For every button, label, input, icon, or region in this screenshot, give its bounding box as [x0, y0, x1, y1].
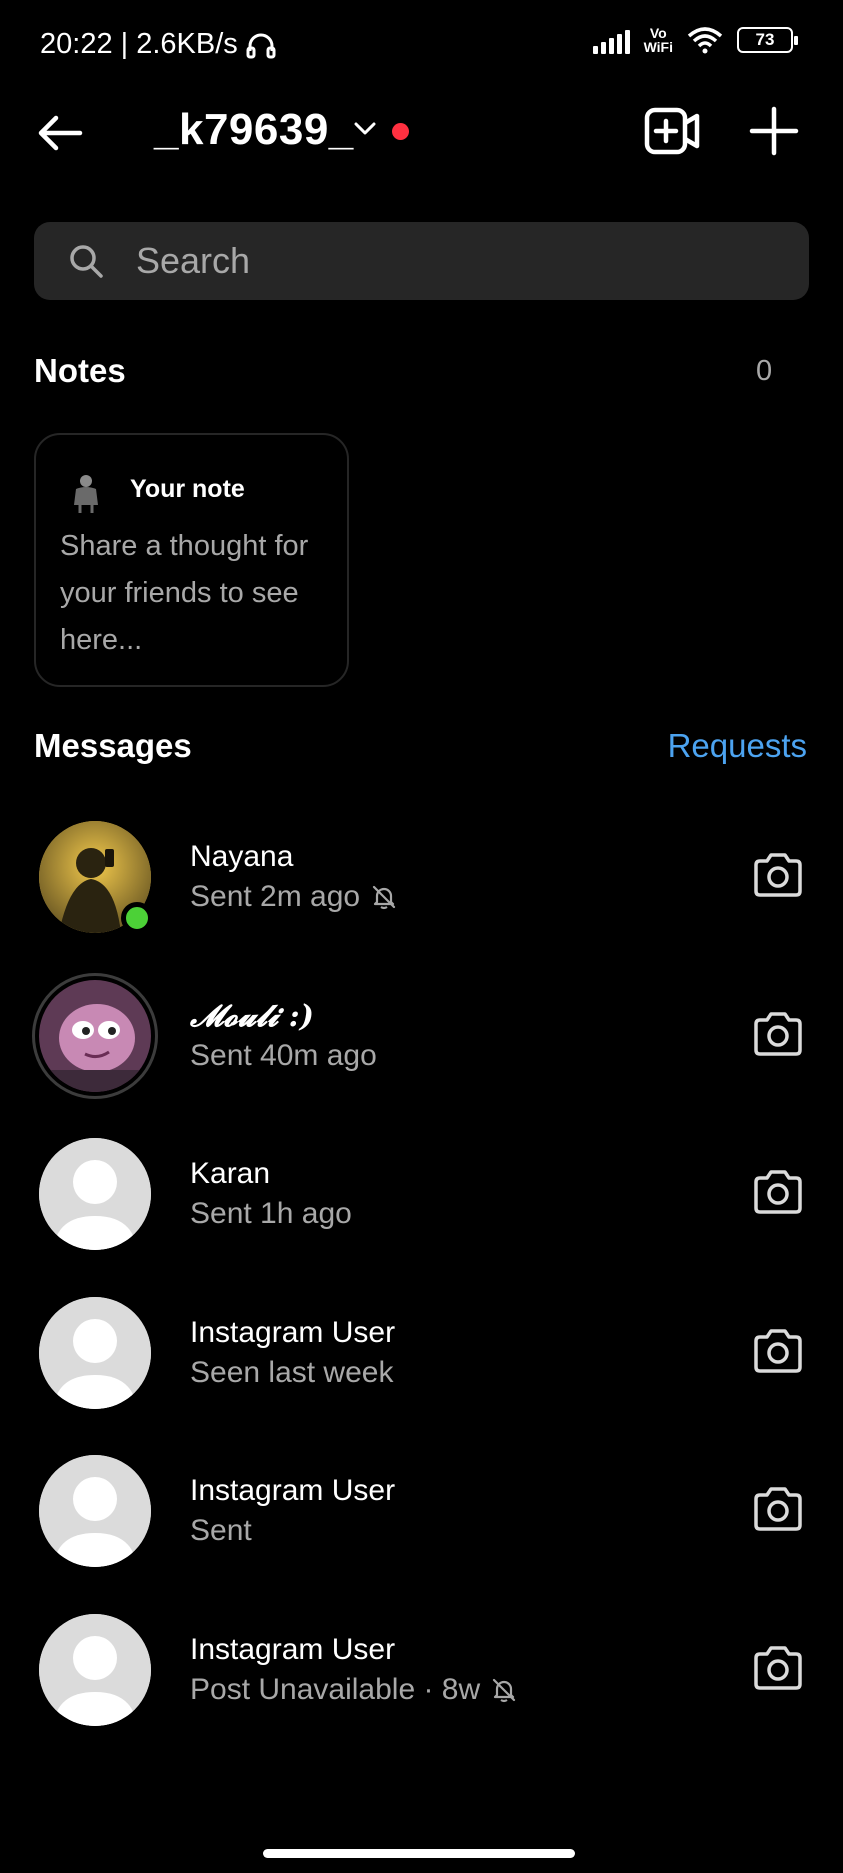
notification-dot	[392, 123, 409, 140]
note-avatar-icon	[68, 471, 104, 513]
signal-icon	[592, 26, 630, 54]
camera-icon[interactable]	[752, 851, 804, 899]
note-prompt-text: Share a thought for your friends to see …	[60, 530, 309, 656]
conversation-status-text: Sent 2m ago	[190, 880, 361, 913]
chevron-down-icon[interactable]	[352, 115, 378, 141]
conversation-status-text: Sent	[190, 1514, 252, 1547]
avatar[interactable]	[39, 1296, 151, 1409]
avatar-inner	[39, 979, 151, 1092]
conversation-row[interactable]: Instagram User Sent	[0, 1434, 843, 1593]
battery-level: 73	[755, 30, 775, 49]
camera-icon[interactable]	[752, 1327, 804, 1375]
back-arrow-icon[interactable]	[34, 107, 86, 159]
camera-icon[interactable]	[752, 1485, 804, 1533]
search-bar[interactable]	[34, 222, 809, 300]
conversation-row[interactable]: 𝓜𝓸𝓾𝓵𝓲 :) Sent 40m ago	[0, 959, 843, 1118]
conversation-row[interactable]: Nayana Sent 2m ago	[0, 800, 843, 959]
conversation-status-text: Post Unavailable · 8w	[190, 1672, 481, 1706]
conversation-status-text: Sent 1h ago	[190, 1197, 352, 1230]
vowifi-icon: Vo WiFi	[643, 25, 673, 55]
default-avatar-icon	[39, 1455, 151, 1567]
requests-link[interactable]: Requests	[668, 727, 807, 765]
camera-icon[interactable]	[752, 1010, 804, 1058]
conversation-status-text: Seen last week	[190, 1355, 394, 1389]
conversation-row[interactable]: Instagram User Post Unavailable · 8w	[0, 1593, 843, 1752]
default-avatar-icon	[39, 1296, 151, 1409]
avatar[interactable]	[39, 1613, 151, 1726]
notes-count: 0	[756, 355, 773, 387]
conversation-name: 𝓜𝓸𝓾𝓵𝓲 :)	[190, 998, 314, 1034]
conversation-status: Post Unavailable · 8w	[190, 1673, 518, 1707]
muted-bell-icon	[493, 1678, 516, 1702]
conversation-row[interactable]: Instagram User Seen last week	[0, 1276, 843, 1435]
notes-heading: Notes	[34, 352, 126, 389]
status-right: Vo WiFi 73	[592, 25, 798, 55]
status-bar: 20:22 | 2.6KB/s Vo WiFi 73	[0, 0, 843, 90]
new-message-plus-icon[interactable]	[748, 105, 800, 157]
message-list: Nayana Sent 2m ago 𝓜𝓸𝓾𝓵𝓲:) Sent 40m ago…	[0, 800, 843, 1751]
conversation-status: Sent 2m ago	[190, 880, 398, 914]
wifi-icon	[687, 27, 723, 54]
battery-icon: 73	[737, 27, 798, 53]
conversation-name: Instagram User	[190, 1632, 396, 1666]
status-time-speed: 20:22 | 2.6KB/s	[40, 28, 238, 60]
online-status-dot	[121, 902, 153, 934]
messages-heading: Messages	[34, 727, 192, 764]
default-avatar-icon	[39, 1613, 151, 1726]
account-username[interactable]: _k79639_	[154, 105, 354, 155]
camera-icon[interactable]	[752, 1644, 804, 1692]
avatar[interactable]	[32, 972, 158, 1099]
avatar[interactable]	[39, 1455, 151, 1567]
conversation-name: Instagram User	[190, 1315, 396, 1349]
new-video-call-icon[interactable]	[644, 105, 700, 157]
conversation-status: Sent	[190, 1514, 252, 1548]
conversation-status: Sent 1h ago	[190, 1197, 352, 1231]
home-indicator[interactable]	[263, 1849, 575, 1858]
conversation-status: Seen last week	[190, 1356, 393, 1390]
conversation-name: Nayana	[190, 840, 294, 873]
muted-bell-icon	[373, 885, 396, 910]
conversation-row[interactable]: Karan Sent 1h ago	[0, 1117, 843, 1276]
avatar[interactable]	[39, 1138, 151, 1250]
conversation-name: Instagram User	[190, 1474, 396, 1507]
avatar-cartoon-icon	[39, 979, 151, 1092]
status-left: 20:22 | 2.6KB/s	[40, 28, 276, 61]
conversation-status: Sent 40m ago	[190, 1039, 377, 1073]
headphones-icon	[246, 33, 276, 58]
search-icon	[70, 245, 103, 278]
search-input[interactable]	[136, 240, 736, 282]
inbox-header: _k79639_	[0, 95, 843, 170]
conversation-name: Karan	[190, 1157, 271, 1190]
default-avatar-icon	[39, 1138, 151, 1250]
your-note-card[interactable]: Your note Share a thought for your frien…	[34, 433, 349, 687]
camera-icon[interactable]	[752, 1168, 804, 1216]
your-note-label: Your note	[130, 475, 245, 503]
conversation-status-text: Sent 40m ago	[190, 1038, 377, 1072]
